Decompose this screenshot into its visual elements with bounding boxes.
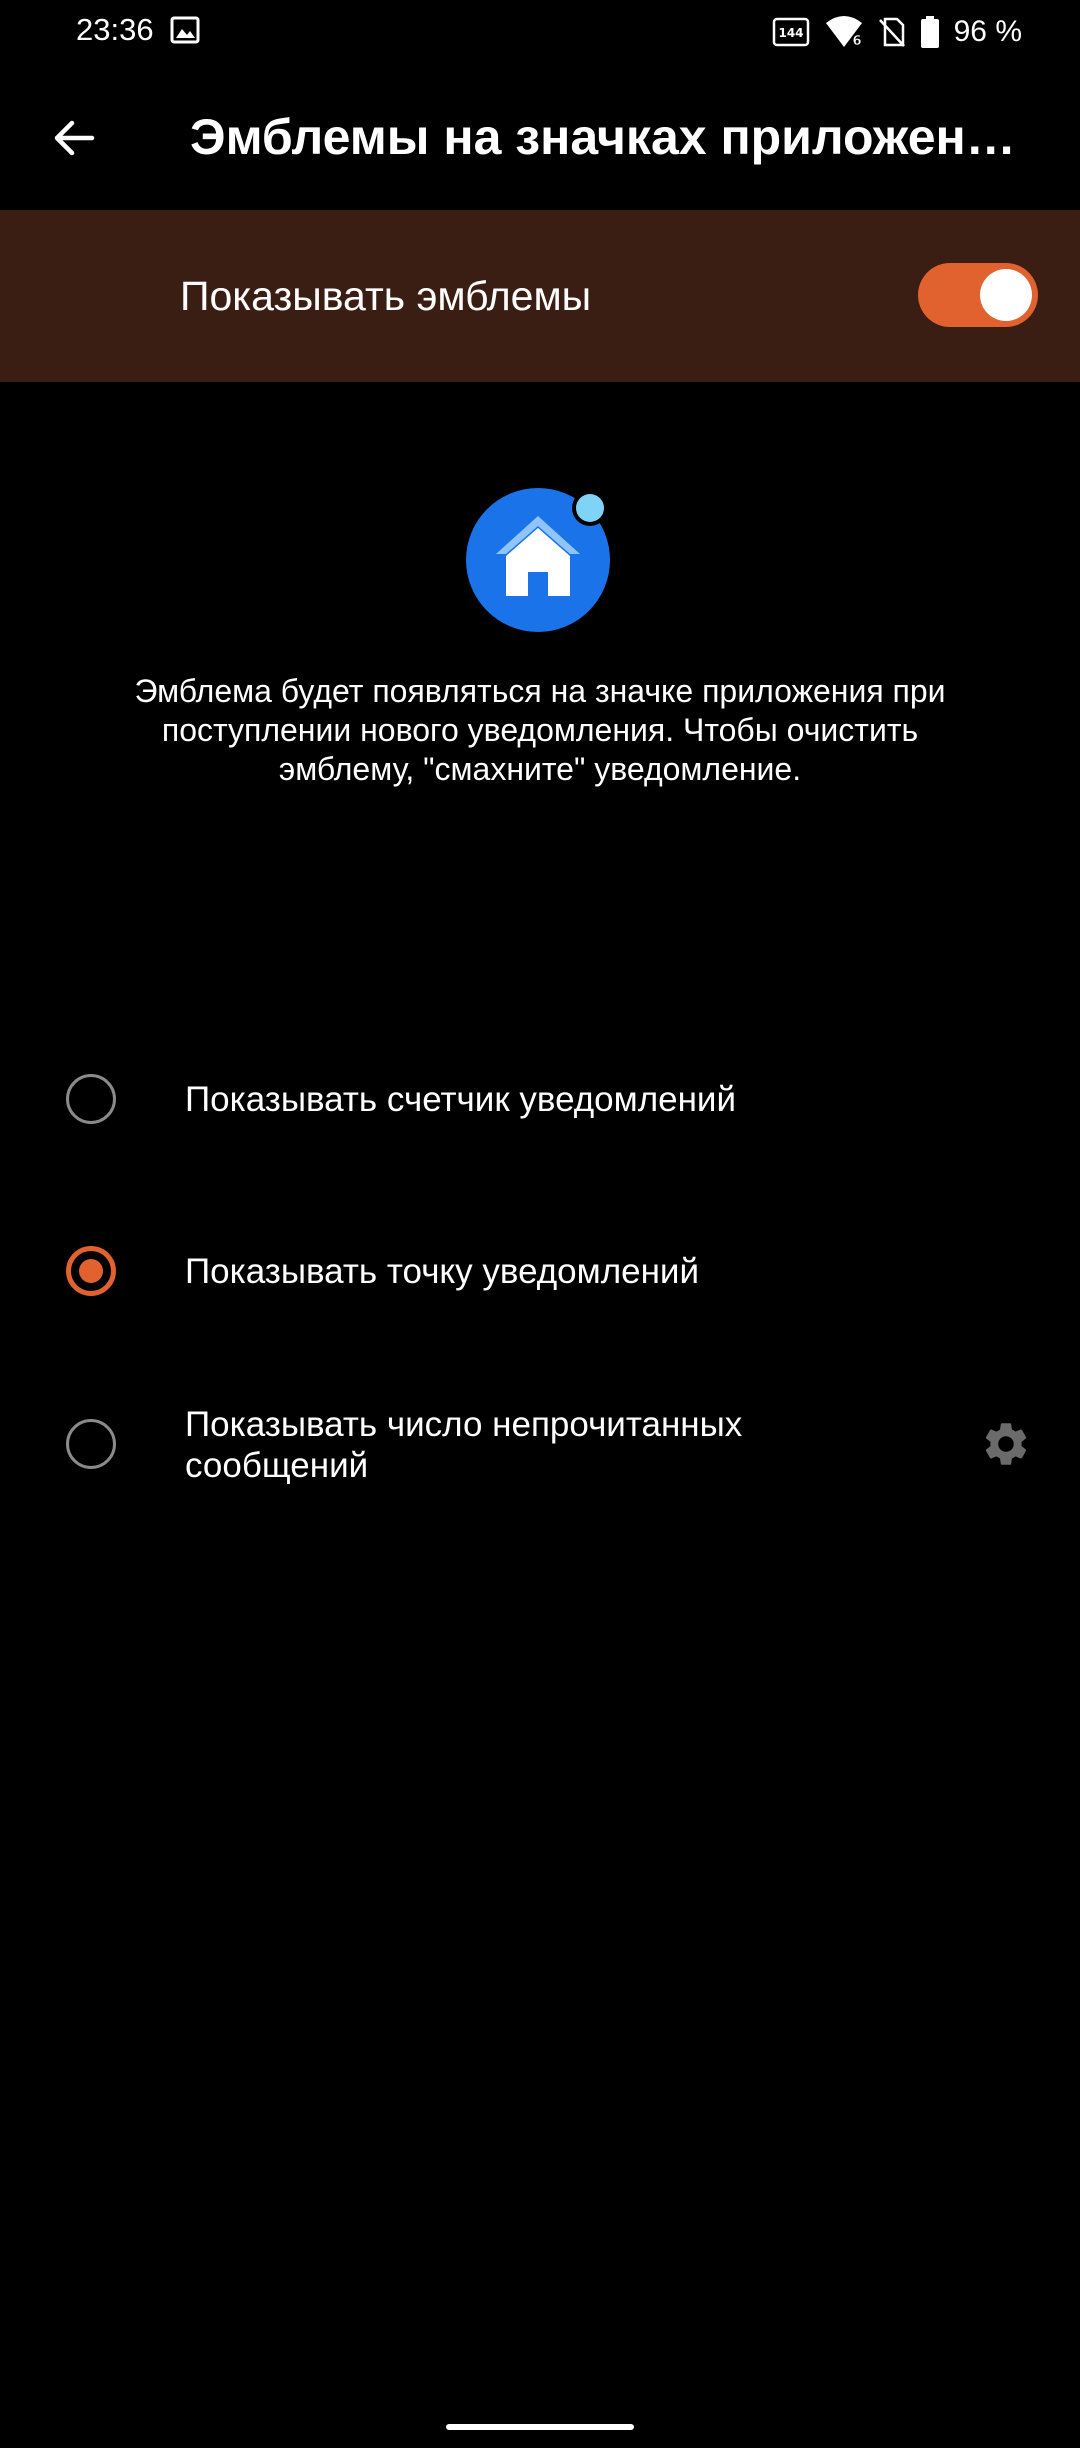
back-button[interactable] [34,98,114,178]
status-bar: 23:36 144 6 96 % [0,0,1080,64]
refresh-rate-label: 144 [778,26,803,40]
option-count-row[interactable]: Показывать счетчик уведомлений [0,1040,1080,1160]
status-icons: 144 6 96 % [772,12,1022,52]
wifi-icon: 6 [825,16,862,49]
network-label: 6 [852,34,861,49]
notification-badge-dot [576,494,604,522]
toggle-thumb [980,269,1032,321]
refresh-rate-icon: 144 [772,17,809,47]
option-unread-label: Показывать число непрочитанных сообщений [185,1405,743,1485]
battery-icon [920,16,939,48]
option-dot-row[interactable]: Показывать точку уведомлений [0,1212,1080,1332]
arrow-left-icon [54,120,95,156]
app-bar: Эмблемы на значках приложен… [0,64,1080,210]
badge-illustration [466,488,610,632]
radio-unread[interactable] [66,1419,116,1469]
gear-icon[interactable] [980,1418,1032,1470]
radio-count[interactable] [66,1074,116,1124]
master-toggle[interactable] [918,263,1038,327]
gallery-icon [170,16,200,44]
master-switch-row[interactable]: Показывать эмблемы [0,210,1080,382]
no-sim-icon [878,17,905,47]
radio-dot[interactable] [66,1246,116,1296]
master-switch-label: Показывать эмблемы [180,273,592,319]
status-time: 23:36 [76,12,154,47]
option-unread-row[interactable]: Показывать число непрочитанных сообщений [0,1380,1080,1510]
page-title: Эмблемы на значках приложен… [190,109,1016,165]
description-text: Эмблема будет появляться на значке прило… [134,673,946,787]
battery-percent: 96 % [953,15,1022,48]
radio-dot-fill [79,1259,103,1283]
gesture-nav-handle[interactable] [446,2424,634,2430]
option-count-label: Показывать счетчик уведомлений [185,1080,737,1119]
option-dot-label: Показывать точку уведомлений [185,1252,700,1291]
